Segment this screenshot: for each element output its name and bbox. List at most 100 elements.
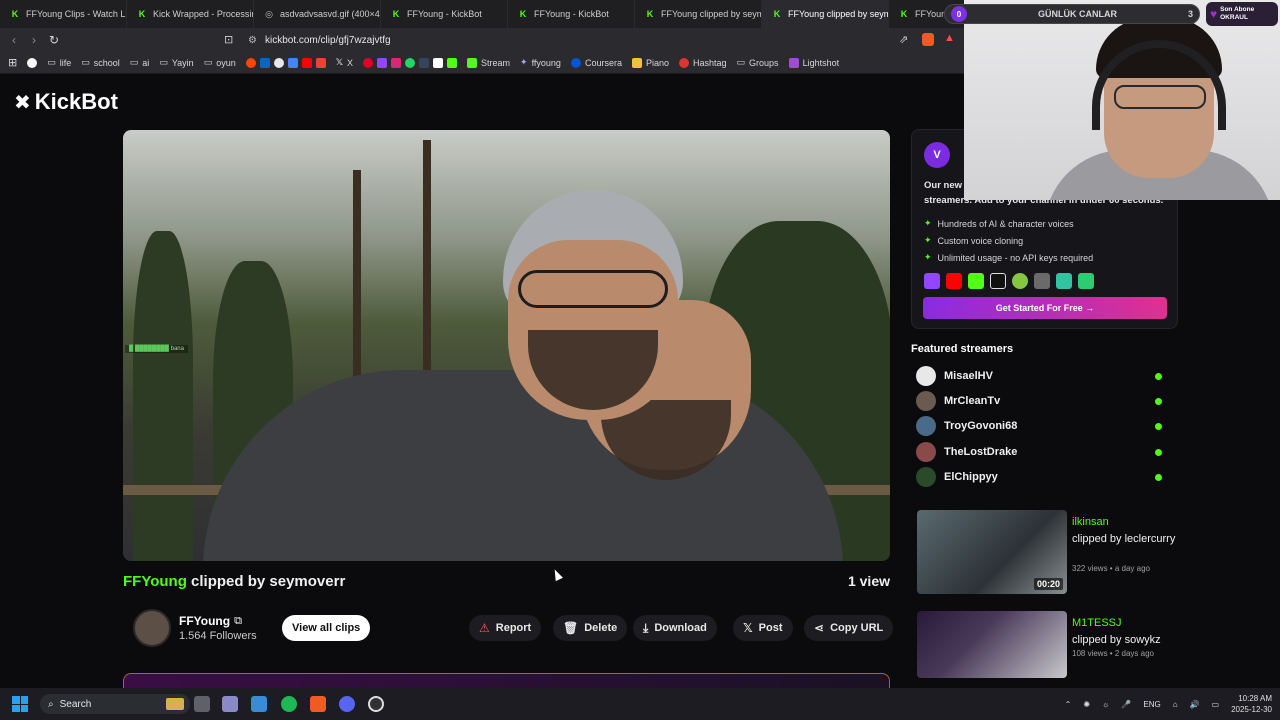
browser-tab-active[interactable]: K FFYoung clipped by seym: [762, 0, 889, 28]
gmail-icon[interactable]: [315, 57, 326, 68]
google-icon[interactable]: [27, 57, 38, 68]
clip-clipper: clipped by leclercurry: [1072, 533, 1176, 545]
bookmark-stream[interactable]: Stream: [467, 57, 510, 68]
amazon-icon[interactable]: [433, 57, 444, 68]
clip-streamer-name[interactable]: ilkinsan: [1072, 516, 1109, 528]
browser-tab[interactable]: K FFYoung - KickBot: [508, 0, 635, 28]
kick-icon[interactable]: [447, 57, 458, 68]
kickbot-logo-icon: ✖: [14, 91, 31, 114]
reddit-icon[interactable]: [245, 57, 256, 68]
report-button[interactable]: ⚠ Report: [469, 615, 542, 641]
photos-icon[interactable]: [251, 696, 267, 712]
taskbar-search[interactable]: ⌕ Search: [40, 694, 190, 714]
get-started-button[interactable]: Get Started For Free →: [923, 297, 1167, 319]
windows-start-icon[interactable]: [12, 696, 28, 712]
back-icon[interactable]: ‹: [4, 33, 24, 47]
avatar: [916, 391, 936, 411]
bookmark-ffyoung[interactable]: ✦ ffyoung: [520, 57, 561, 68]
clip-thumbnail[interactable]: 00:20: [917, 510, 1067, 594]
pinterest-icon[interactable]: [363, 57, 374, 68]
browser-tab[interactable]: K FFYoung - KickBot: [381, 0, 508, 28]
url-field[interactable]: ⚙ kickbot.com/clip/gfj7wzajvtfg: [248, 32, 391, 48]
x-logo-icon: 𝕏: [335, 57, 343, 67]
file-explorer-icon[interactable]: [222, 696, 238, 712]
brightness-icon[interactable]: ☼: [1102, 700, 1109, 709]
channel-name[interactable]: FFYoung: [179, 614, 230, 628]
chrome-icon[interactable]: [273, 57, 284, 68]
view-all-clips-button[interactable]: View all clips: [282, 615, 371, 641]
bookmark-hashtag[interactable]: Hashtag: [679, 57, 727, 68]
browser-tab[interactable]: ◎ asdvadvsasvd.gif (400×40: [254, 0, 381, 28]
related-clip-card[interactable]: 00:20 ilkinsan clipped by leclercurry 32…: [917, 510, 1177, 594]
obs-icon[interactable]: [368, 696, 384, 712]
hashtag-icon: [679, 57, 689, 68]
apps-icon[interactable]: ⊞: [8, 56, 17, 69]
tumblr-icon[interactable]: [419, 57, 430, 68]
battery-icon[interactable]: ▭: [1212, 700, 1220, 709]
twitch-icon[interactable]: [377, 57, 388, 68]
share-icon[interactable]: ⇗: [899, 33, 908, 46]
kick-icon: K: [900, 9, 908, 19]
settings-icon[interactable]: ✺: [1083, 700, 1090, 709]
youtube-icon[interactable]: [301, 57, 312, 68]
spotify-icon[interactable]: [281, 696, 297, 712]
task-view-icon[interactable]: [194, 696, 210, 712]
clip-title-suffix: clipped by seymoverr: [186, 573, 346, 590]
kickbot-logo[interactable]: ✖ KickBot: [14, 89, 118, 115]
featured-streamer-row[interactable]: TheLostDrake: [916, 441, 1166, 463]
forward-icon[interactable]: ›: [24, 33, 44, 47]
twitch-icon: [924, 273, 940, 289]
featured-streamer-row[interactable]: ElChippyy: [916, 466, 1166, 488]
clock[interactable]: 10:28 AM 2025-12-30: [1231, 693, 1272, 715]
brave-shield-icon[interactable]: [922, 33, 934, 46]
view-count: 1 view: [847, 573, 890, 589]
related-clip-card[interactable]: M1TESSJ clipped by sowykz 108 views • 2 …: [917, 611, 1177, 678]
featured-streamer-row[interactable]: MisaelHV: [916, 365, 1166, 387]
delete-button[interactable]: 🗑 Delete: [553, 615, 628, 641]
avatar[interactable]: [133, 609, 171, 647]
bookmark-coursera[interactable]: Coursera: [570, 57, 622, 68]
post-button[interactable]: 𝕏 Post: [733, 615, 793, 641]
clip-thumbnail[interactable]: [917, 611, 1067, 678]
bookmark-folder-school[interactable]: ▭ school: [81, 57, 120, 68]
network-icon[interactable]: ⌂: [1173, 700, 1178, 709]
chevron-up-icon[interactable]: ⌃: [1065, 700, 1072, 709]
bookmark-folder-oyun[interactable]: ▭ oyun: [204, 57, 236, 68]
bookmark-folder-yayin[interactable]: ▭ Yayin: [159, 57, 193, 68]
browser-tab[interactable]: K FFYoung Clips - Watch Liv: [0, 0, 127, 28]
bookmark-groups[interactable]: ▭ Groups: [737, 57, 779, 68]
reload-icon[interactable]: ↻: [44, 33, 64, 47]
search-icon: ⌕: [48, 698, 54, 710]
external-link-icon[interactable]: ⧉: [234, 615, 242, 628]
bookmark-page-icon[interactable]: ⊡: [224, 33, 233, 46]
bookmark-folder-life[interactable]: ▭ life: [47, 57, 71, 68]
kick-icon: K: [11, 9, 19, 19]
microphone-icon[interactable]: 🎤: [1121, 700, 1131, 709]
featured-streamer-row[interactable]: MrCleanTv: [916, 390, 1166, 412]
copy-url-button[interactable]: ⋖ Copy URL: [804, 615, 894, 641]
browser-tab[interactable]: K Kick Wrapped - Processing: [127, 0, 254, 28]
channel-card[interactable]: FFYoung ⧉ 1.564 Followers: [123, 603, 269, 653]
rewards-icon[interactable]: ▲: [944, 32, 955, 44]
bookmark-lightshot[interactable]: Lightshot: [788, 57, 839, 68]
discord-icon[interactable]: [339, 696, 355, 712]
coursera-icon: [570, 57, 581, 68]
language-indicator[interactable]: ENG: [1143, 700, 1160, 709]
whatsapp-icon[interactable]: [405, 57, 416, 68]
avatar: [916, 442, 936, 462]
instagram-icon[interactable]: [391, 57, 402, 68]
linkedin-icon[interactable]: [259, 57, 270, 68]
browser-tab[interactable]: K FFYoung clipped by seym: [635, 0, 762, 28]
folder-icon: ▭: [159, 57, 168, 67]
translate-icon[interactable]: [287, 57, 298, 68]
volume-icon[interactable]: 🔊: [1190, 700, 1200, 709]
bookmark-x[interactable]: 𝕏X: [336, 57, 353, 68]
bookmark-folder-ai[interactable]: ▭ ai: [130, 57, 150, 68]
download-button[interactable]: ⤓ Download: [633, 615, 717, 641]
bookmark-piano[interactable]: Piano: [631, 57, 669, 68]
clip-streamer-link[interactable]: FFYoung: [123, 573, 187, 590]
featured-streamer-row[interactable]: TroyGovoni68: [916, 415, 1166, 437]
brave-icon[interactable]: [310, 696, 326, 712]
clip-video-player[interactable]: █ ████████ bana: [123, 130, 890, 561]
clip-streamer-name[interactable]: M1TESSJ: [1072, 617, 1122, 629]
